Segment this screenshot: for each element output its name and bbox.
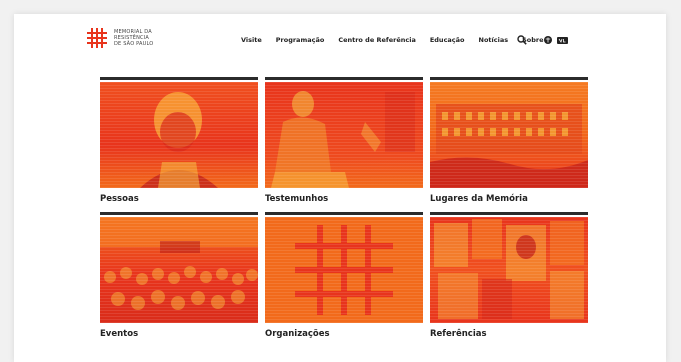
logo-wordmark: Memorial da Resistência de São Paulo <box>114 29 153 47</box>
tile-rule <box>100 212 258 215</box>
tile-label: Organizações <box>265 329 330 339</box>
tile-rule <box>265 212 423 215</box>
tile-referencias[interactable]: Referências <box>430 212 588 339</box>
tile-rule <box>430 77 588 80</box>
tile-label: Lugares da Memória <box>430 194 528 204</box>
eventos-image <box>100 217 258 323</box>
tile-testemunhos[interactable]: Testemunhos <box>265 77 423 204</box>
main-nav: Visite Programação Centro de Referência … <box>241 36 544 44</box>
tile-lugares-da-memoria[interactable]: Lugares da Memória <box>430 77 588 204</box>
logo-line: de São Paulo <box>114 41 154 47</box>
tile-rule <box>265 77 423 80</box>
nav-noticias[interactable]: Notícias <box>479 36 509 44</box>
tile-rule <box>430 212 588 215</box>
testemunhos-image <box>265 82 423 188</box>
nav-educacao[interactable]: Educação <box>430 36 465 44</box>
nav-programacao[interactable]: Programação <box>276 36 325 44</box>
tile-rule <box>100 77 258 80</box>
pessoas-image <box>100 82 258 188</box>
hash-logo-icon <box>87 28 107 48</box>
tile-eventos[interactable]: Eventos <box>100 212 258 339</box>
accessibility-icon[interactable] <box>557 37 568 44</box>
tile-pessoas[interactable]: Pessoas <box>100 77 258 204</box>
organizacoes-image <box>265 217 423 323</box>
search-icon[interactable] <box>517 35 527 45</box>
site-logo[interactable]: Memorial da Resistência de São Paulo <box>86 27 153 49</box>
tile-label: Pessoas <box>100 194 139 204</box>
tile-label: Referências <box>430 329 487 339</box>
hash-symbol-icon <box>295 225 393 315</box>
nav-visite[interactable]: Visite <box>241 36 262 44</box>
tile-organizacoes[interactable]: Organizações <box>265 212 423 339</box>
tile-label: Testemunhos <box>265 194 329 204</box>
referencias-image <box>430 217 588 323</box>
lugares-image <box>430 82 588 188</box>
language-icon[interactable] <box>544 36 552 44</box>
nav-centro-de-referencia[interactable]: Centro de Referência <box>338 36 416 44</box>
tile-label: Eventos <box>100 329 139 339</box>
